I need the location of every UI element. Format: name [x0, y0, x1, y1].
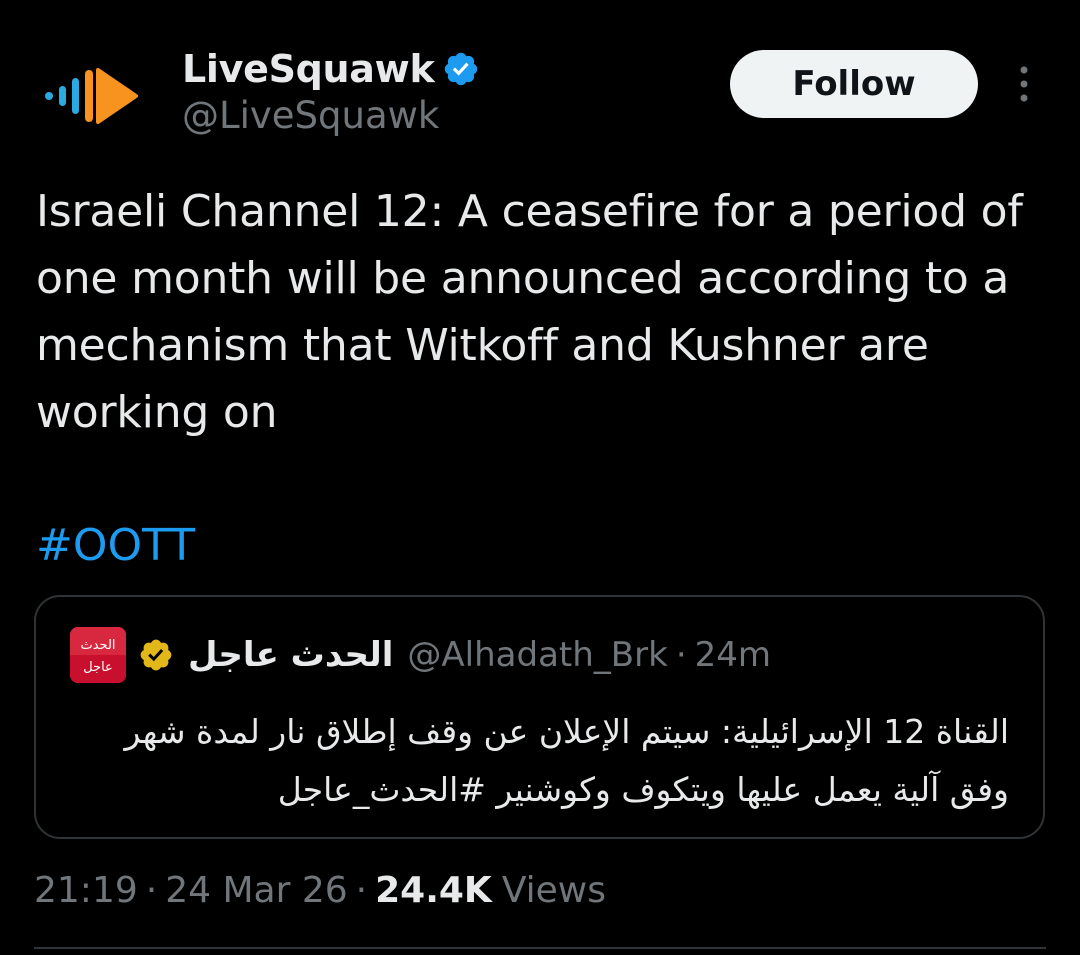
follow-button[interactable]: Follow	[730, 50, 978, 118]
author-handle[interactable]: @LiveSquawk	[182, 94, 439, 137]
meta-separator: ·	[355, 869, 368, 911]
quoted-tweet-card[interactable]: الحدث عاجل الحدث عاجل @Alhadath_Brk · 24…	[34, 595, 1045, 839]
more-vertical-icon	[1020, 66, 1028, 102]
livesquawk-logo-icon	[45, 68, 138, 124]
tweet-text: Israeli Channel 12: A ceasefire for a pe…	[36, 186, 1023, 438]
gold-verified-badge-icon[interactable]	[138, 637, 174, 673]
tweet-time[interactable]: 21:19	[34, 870, 138, 911]
author-avatar[interactable]	[38, 56, 142, 136]
quoted-author-avatar[interactable]: الحدث عاجل	[70, 627, 126, 683]
alhadath-logo-icon: الحدث عاجل	[70, 627, 126, 683]
svg-text:الحدث: الحدث	[80, 638, 115, 653]
quoted-tweet-text: القناة 12 الإسرائيلية: سيتم الإعلان عن و…	[124, 712, 1009, 809]
tweet-meta: 21:19 · 24 Mar 26 · 24.4K Views	[34, 866, 606, 914]
views-label: Views	[501, 869, 606, 911]
author-name-row: LiveSquawk	[182, 44, 480, 94]
hashtag-link[interactable]: #OOTT	[36, 512, 195, 579]
quoted-timestamp[interactable]: 24m	[695, 635, 771, 675]
quoted-separator: ·	[675, 635, 687, 675]
meta-separator: ·	[145, 869, 158, 911]
quoted-tweet-header: الحدث عاجل الحدث عاجل @Alhadath_Brk · 24…	[70, 625, 771, 685]
author-display-name[interactable]: LiveSquawk	[182, 47, 435, 91]
quoted-author-name[interactable]: الحدث عاجل	[188, 635, 393, 675]
svg-text:عاجل: عاجل	[83, 660, 113, 675]
views-count[interactable]: 24.4K	[375, 870, 492, 911]
more-button[interactable]	[1006, 62, 1042, 106]
quoted-author-handle[interactable]: @Alhadath_Brk	[407, 635, 667, 675]
divider	[34, 947, 1046, 949]
verified-badge-icon[interactable]	[442, 50, 480, 88]
tweet-date[interactable]: 24 Mar 26	[165, 870, 347, 911]
